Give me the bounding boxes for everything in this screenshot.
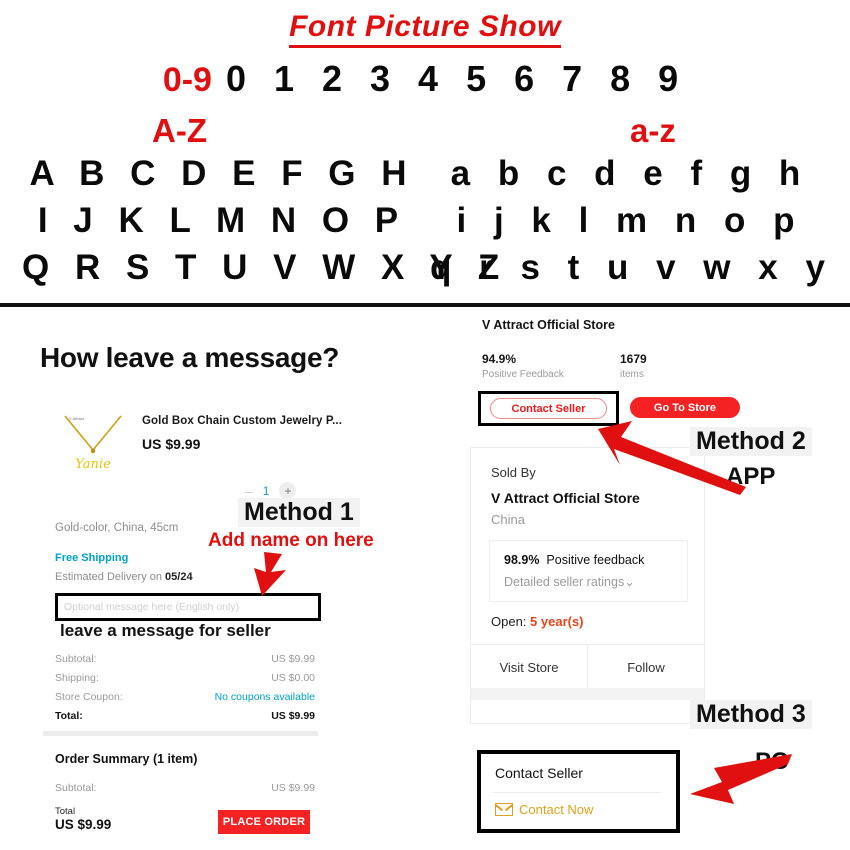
product-thumbnail: Yanie V Attract bbox=[55, 410, 131, 474]
store-items-label: items bbox=[620, 369, 644, 380]
envelope-icon bbox=[495, 803, 513, 816]
digits-range-label: 0-9 bbox=[162, 61, 212, 99]
font-show-title: Font Picture Show bbox=[0, 10, 850, 48]
detailed-seller-ratings[interactable]: Detailed seller ratings⌄ bbox=[504, 574, 635, 589]
seller-card-actions: Visit Store Follow bbox=[471, 644, 704, 689]
product-title: Gold Box Chain Custom Jewelry P... bbox=[142, 415, 343, 427]
uppercase-row-3: Q R S T U V W X Y Z bbox=[22, 248, 508, 287]
summary-row: Subtotal: US $9.99 bbox=[55, 650, 315, 669]
annotation-method-3: Method 3 bbox=[690, 700, 812, 729]
follow-button[interactable]: Follow bbox=[588, 645, 704, 689]
uppercase-row-1: A B C D E F G H bbox=[29, 154, 415, 193]
uppercase-range-label: A-Z bbox=[152, 112, 207, 149]
how-to-leave-message-heading: How leave a message? bbox=[40, 342, 340, 373]
lowercase-range-label: a-z bbox=[630, 112, 676, 149]
seller-positive-pct: 98.9% bbox=[504, 553, 540, 567]
summary-separator bbox=[43, 731, 318, 736]
order-summary-subtotal-label: Subtotal: bbox=[55, 782, 97, 794]
digits-row: 0-9 0 1 2 3 4 5 6 7 8 9 bbox=[0, 58, 850, 100]
lowercase-alphabet-block: a b c d e f g h i j k l m n o p q r s t … bbox=[430, 150, 850, 291]
summary-label: Store Coupon: bbox=[55, 691, 123, 703]
lowercase-row-1: a b c d e f g h bbox=[450, 154, 810, 193]
contact-panel-divider bbox=[493, 792, 661, 793]
contact-seller-button[interactable]: Contact Seller bbox=[490, 398, 607, 419]
store-open-label: Open: bbox=[491, 614, 531, 629]
digits-sample: 0 1 2 3 4 5 6 7 8 9 bbox=[225, 58, 688, 99]
uppercase-row-2: I J K L M N O P bbox=[37, 201, 407, 240]
sold-by-label: Sold By bbox=[491, 465, 536, 480]
contact-seller-pc-highlight: Contact Seller Contact Now bbox=[477, 750, 680, 833]
arrow-to-contact-now-pc bbox=[690, 754, 792, 804]
arrow-to-contact-seller-app bbox=[598, 421, 746, 495]
quantity-value: 1 bbox=[262, 483, 270, 498]
summary-label: Total: bbox=[55, 710, 83, 722]
price-summary-list: Subtotal: US $9.99 Shipping: US $0.00 St… bbox=[55, 650, 315, 726]
contact-now-label: Contact Now bbox=[519, 802, 594, 817]
store-feedback-stat: 94.9% Positive Feedback bbox=[482, 352, 564, 380]
chevron-down-icon: ⌄ bbox=[624, 575, 635, 589]
card-bottom-strip bbox=[471, 688, 704, 700]
lowercase-row-2: i j k l m n o p bbox=[456, 201, 804, 240]
arrow-to-message-input bbox=[254, 552, 286, 596]
store-items-stat: 1679 items bbox=[620, 352, 647, 380]
detailed-seller-ratings-label: Detailed seller ratings bbox=[504, 575, 625, 589]
message-input-placeholder: Optional message here (English only) bbox=[64, 601, 240, 613]
checkout-panel: How leave a message? Yanie V Attract Gol… bbox=[0, 312, 430, 850]
visit-store-button[interactable]: Visit Store bbox=[471, 645, 588, 689]
product-price: US $9.99 bbox=[142, 436, 201, 452]
quantity-increase-button[interactable]: + bbox=[279, 482, 297, 499]
quantity-decrease-button[interactable]: – bbox=[245, 483, 253, 499]
summary-row-total: Total: US $9.99 bbox=[55, 707, 315, 726]
section-divider bbox=[0, 303, 850, 307]
store-items-value: 1679 bbox=[620, 352, 647, 366]
summary-row: Store Coupon: No coupons available bbox=[55, 688, 315, 707]
message-caption: leave a message for seller bbox=[60, 621, 271, 640]
store-feedback-value: 94.9% bbox=[482, 352, 517, 366]
uppercase-alphabet-block: A B C D E F G H I J K L M N O P Q R S T … bbox=[22, 150, 508, 291]
quantity-stepper[interactable]: – 1 + bbox=[245, 482, 297, 499]
order-summary-subtotal-value: US $9.99 bbox=[271, 782, 315, 794]
grand-total-label: Total bbox=[55, 806, 76, 817]
store-header-name: V Attract Official Store bbox=[482, 318, 615, 332]
svg-text:Yanie: Yanie bbox=[75, 457, 111, 472]
summary-label: Shipping: bbox=[55, 672, 99, 684]
grand-total-value: US $9.99 bbox=[55, 817, 112, 832]
summary-label: Subtotal: bbox=[55, 653, 97, 665]
font-show-section: Font Picture Show 0-9 0 1 2 3 4 5 6 7 8 … bbox=[0, 0, 850, 305]
seller-positive-text: Positive feedback bbox=[546, 553, 645, 567]
seller-positive-feedback: 98.9% Positive feedback bbox=[504, 553, 644, 567]
annotation-method-1: Method 1 bbox=[238, 498, 360, 527]
contact-seller-panel-title: Contact Seller bbox=[495, 765, 583, 781]
estimated-delivery: Estimated Delivery on 05/24 bbox=[55, 571, 193, 583]
order-summary-subtotal-row: Subtotal: US $9.99 bbox=[55, 782, 315, 794]
lowercase-row-3: q r s t u v w x y z bbox=[430, 248, 850, 287]
place-order-button[interactable]: PLACE ORDER bbox=[218, 810, 310, 834]
summary-value: US $9.99 bbox=[271, 710, 315, 722]
estimated-delivery-prefix: Estimated Delivery on bbox=[55, 571, 166, 583]
page-root: Font Picture Show 0-9 0 1 2 3 4 5 6 7 8 … bbox=[0, 0, 850, 850]
order-summary-heading: Order Summary (1 item) bbox=[55, 752, 198, 766]
free-shipping-label: Free Shipping bbox=[55, 552, 129, 564]
svg-text:V Attract: V Attract bbox=[69, 416, 85, 421]
annotation-add-name-note: Add name on here bbox=[208, 530, 374, 551]
product-variant: Gold-color, China, 45cm bbox=[55, 522, 179, 534]
summary-value: US $0.00 bbox=[271, 672, 315, 684]
summary-row: Shipping: US $0.00 bbox=[55, 669, 315, 688]
store-open-years: 5 year(s) bbox=[530, 614, 584, 629]
estimated-delivery-date: 05/24 bbox=[165, 571, 193, 583]
store-feedback-label: Positive Feedback bbox=[482, 369, 564, 380]
sold-by-country: China bbox=[491, 512, 525, 527]
font-show-title-text: Font Picture Show bbox=[289, 10, 561, 48]
contact-now-link[interactable]: Contact Now bbox=[495, 802, 593, 817]
summary-value-coupon[interactable]: No coupons available bbox=[215, 688, 315, 707]
seller-feedback-box: 98.9% Positive feedback Detailed seller … bbox=[489, 540, 688, 602]
store-open-duration: Open: 5 year(s) bbox=[491, 614, 584, 629]
summary-value: US $9.99 bbox=[271, 653, 315, 665]
